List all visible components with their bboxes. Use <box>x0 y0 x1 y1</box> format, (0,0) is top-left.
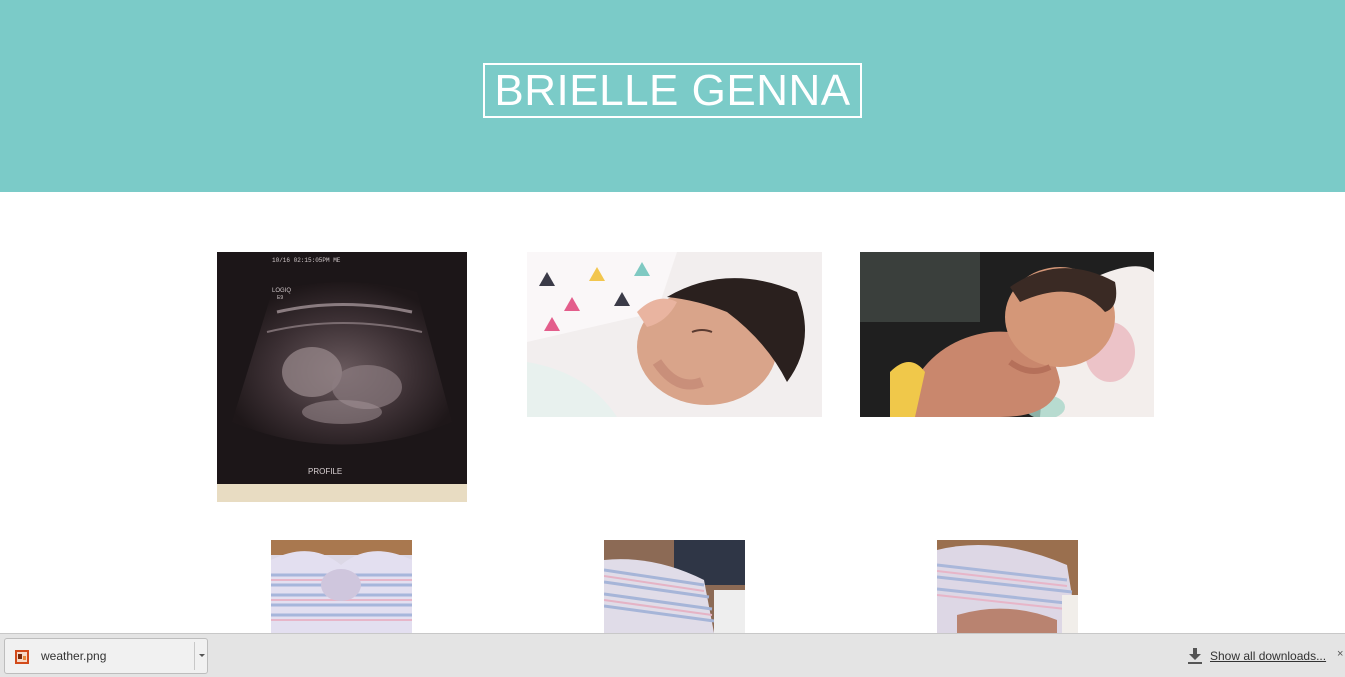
ultrasound-caption: PROFILE <box>308 467 342 476</box>
ultrasound-machine-label: LOGIQ <box>272 288 291 294</box>
gallery-photo-hat-1[interactable] <box>271 540 412 633</box>
close-icon[interactable]: × <box>1337 648 1343 660</box>
gallery-photo-newborn-1[interactable] <box>527 252 822 417</box>
download-item[interactable]: weather.png <box>4 638 208 674</box>
gallery-photo-hat-2[interactable] <box>604 540 745 633</box>
chevron-down-icon <box>199 654 205 657</box>
image-file-icon <box>15 650 29 664</box>
download-icon <box>1188 648 1202 664</box>
ultrasound-machine-model: E9 <box>277 295 283 301</box>
downloads-bar: weather.png Show all downloads... × <box>0 633 1345 677</box>
site-title[interactable]: BRIELLE GENNA <box>483 63 862 118</box>
download-file-name: weather.png <box>41 649 107 663</box>
gallery-photo-hat-3[interactable] <box>937 540 1078 633</box>
gallery-photo-ultrasound[interactable]: 10/16 02:15:05PM ME LOGIQ E9 PROFILE <box>217 252 467 502</box>
download-menu-button[interactable] <box>196 639 208 673</box>
download-item-divider <box>194 642 195 670</box>
gallery-photo-newborn-2[interactable] <box>860 252 1154 417</box>
site-header: BRIELLE GENNA <box>0 0 1345 192</box>
ultrasound-top-text: 10/16 02:15:05PM ME <box>272 257 341 264</box>
show-all-downloads-label: Show all downloads... <box>1210 649 1327 663</box>
